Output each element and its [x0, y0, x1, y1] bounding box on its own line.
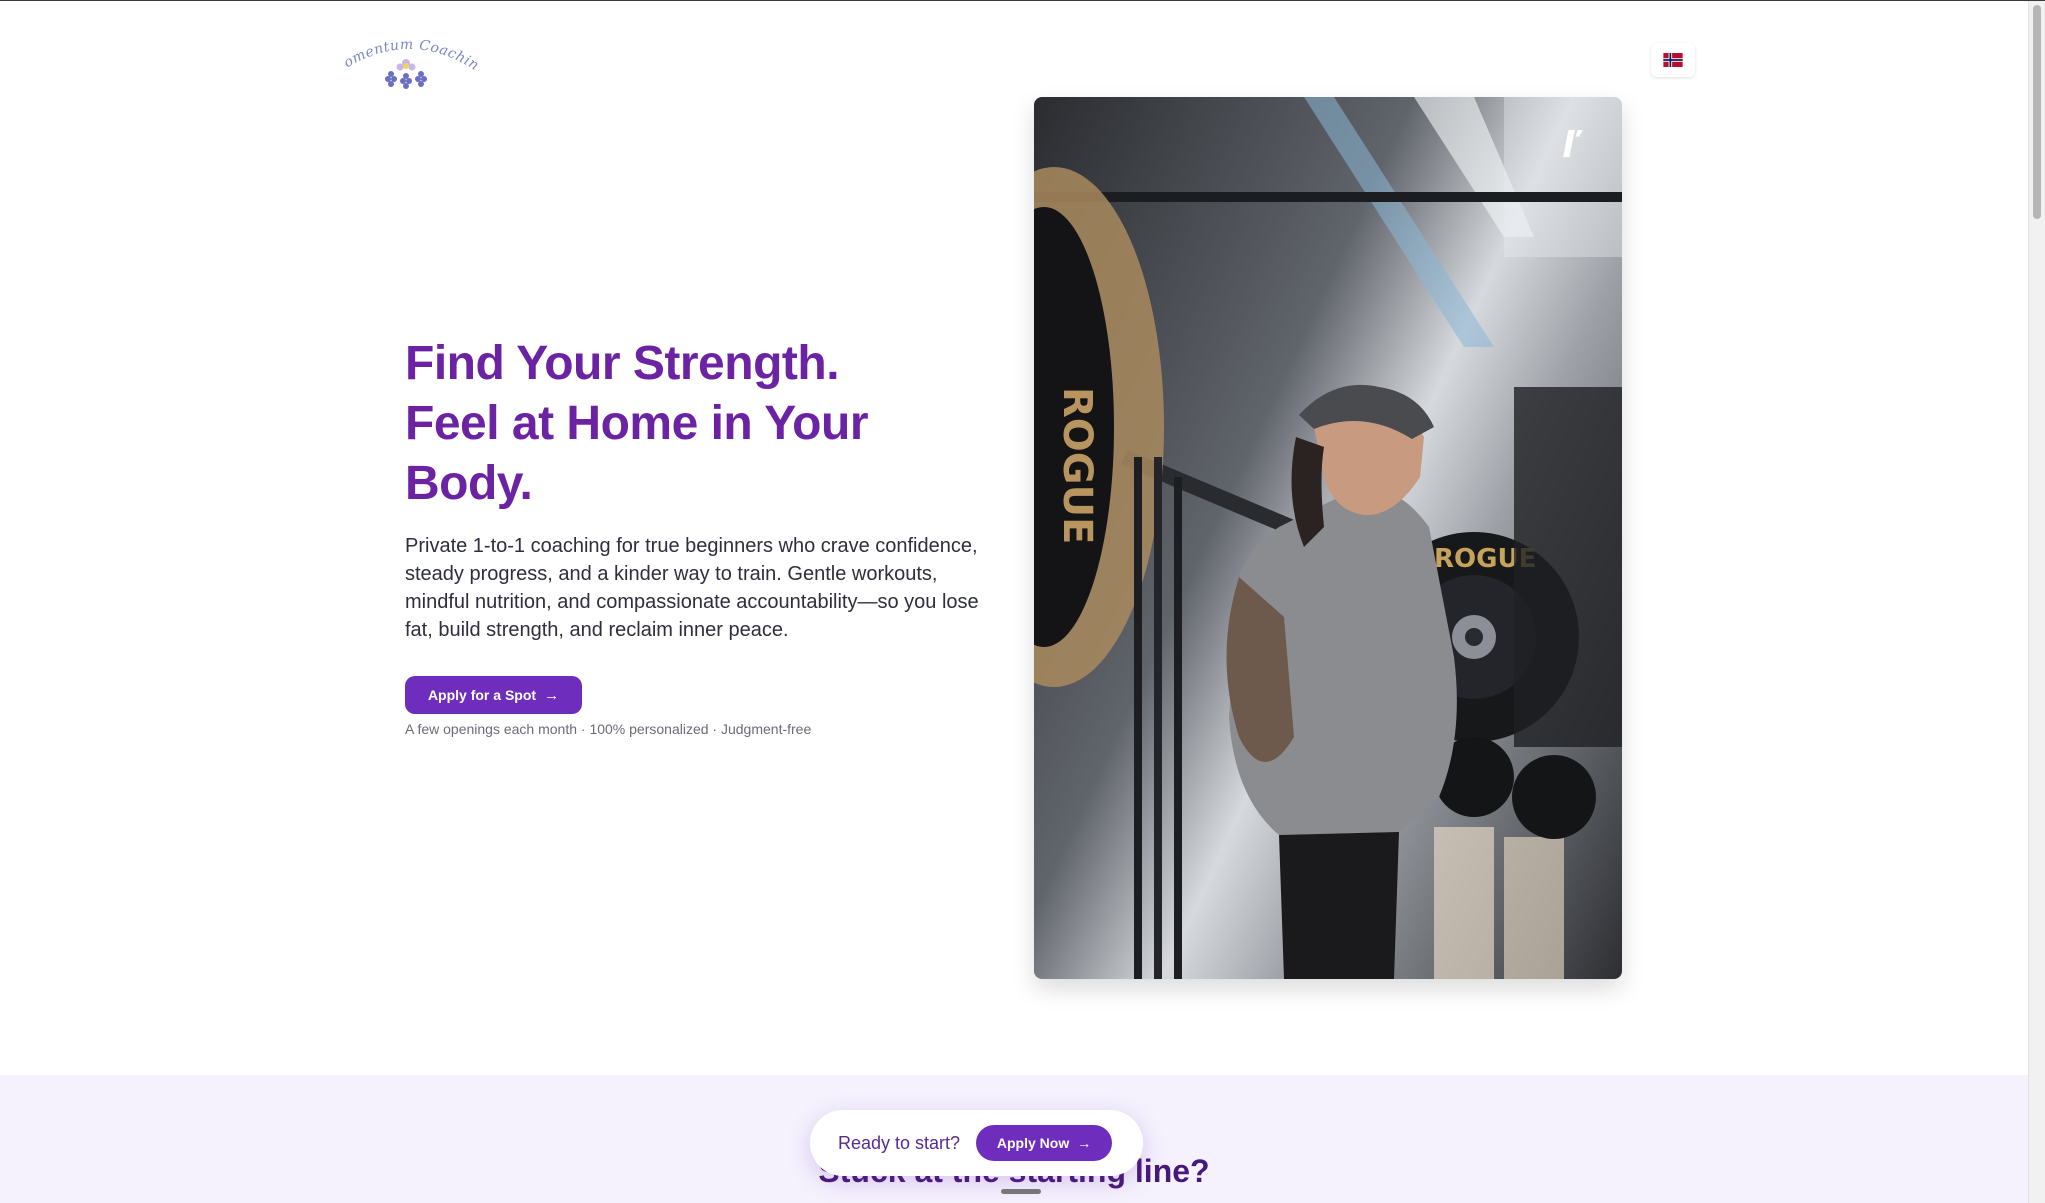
language-switcher-button[interactable] — [1651, 43, 1695, 77]
hero-title-line: Find Your Strength. — [405, 337, 840, 390]
arrow-right-icon: → — [544, 686, 560, 704]
apply-now-button[interactable]: Apply Now → — [976, 1125, 1113, 1161]
hero-title-line: Body. — [405, 457, 533, 510]
hero-description: Private 1-to-1 coaching for true beginne… — [405, 535, 979, 641]
drag-handle[interactable] — [1001, 1189, 1041, 1194]
apply-for-spot-button[interactable]: Apply for a Spot → — [405, 676, 582, 714]
scrollbar-thumb[interactable] — [2033, 5, 2041, 219]
floating-cta-bar: Ready to start? Apply Now → — [810, 1110, 1143, 1176]
site-logo[interactable]: Momentum Coaching — [328, 21, 482, 91]
norway-flag-icon — [1663, 53, 1683, 67]
page: Momentum Coaching Find Your Strength. Fe… — [0, 1, 2028, 1203]
hero-title: Find Your Strength. Feel at Home in Your… — [405, 334, 965, 514]
floating-cta-text: Ready to start? — [838, 1132, 961, 1153]
arrow-right-icon: → — [1077, 1135, 1092, 1151]
hero-photo: ROGUE ROGUE ľ — [1034, 97, 1622, 979]
hero-note: A few openings each month · 100% persona… — [405, 721, 812, 737]
vertical-scrollbar[interactable] — [2028, 1, 2045, 1203]
hero-title-line: Feel at Home in Your — [405, 397, 869, 450]
plate-brand-left: ROGUE — [1054, 387, 1100, 544]
apply-now-label: Apply Now — [996, 1135, 1070, 1151]
apply-for-spot-label: Apply for a Spot — [427, 687, 537, 703]
